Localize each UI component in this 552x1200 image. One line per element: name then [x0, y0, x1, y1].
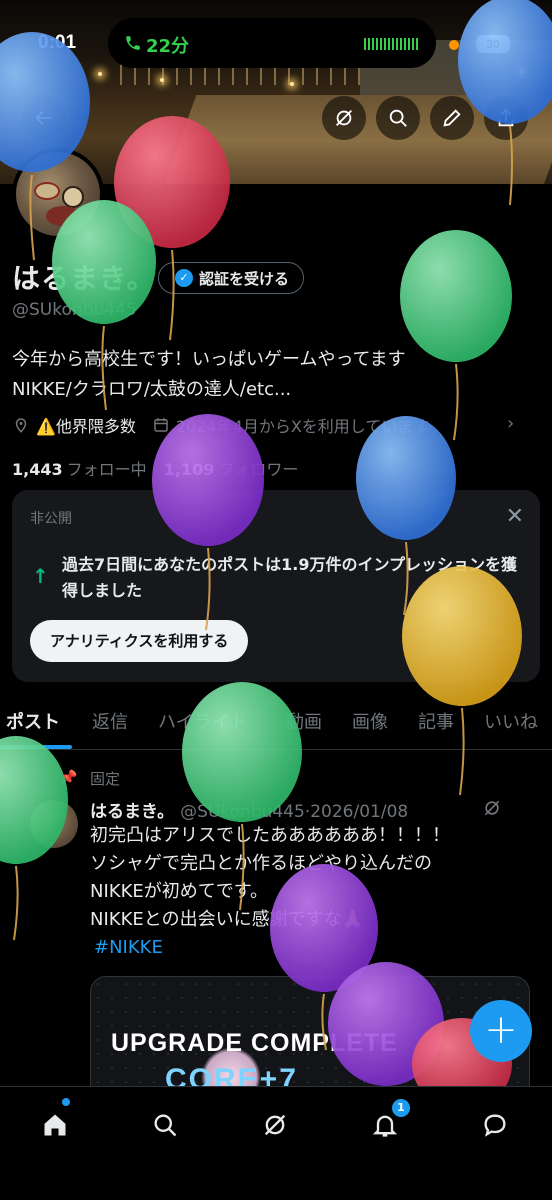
tab-likes[interactable]: いいね: [484, 708, 538, 734]
status-time: 0:01: [38, 32, 77, 53]
followers-link[interactable]: 1,109 フォロワー: [164, 460, 299, 479]
verified-badge-icon: ✓: [175, 269, 193, 287]
location-icon: [15, 418, 27, 433]
following-link[interactable]: 1,443 フォロー中: [12, 460, 147, 479]
follow-counts: 1,443 フォロー中 1,109 フォロワー: [12, 456, 298, 480]
call-duration: 22分: [146, 36, 190, 57]
pin-icon: 📌: [60, 770, 78, 786]
bottom-nav: [0, 1086, 552, 1200]
chevron-right-icon: ›: [507, 413, 515, 434]
phone-icon: [124, 34, 142, 57]
close-icon[interactable]: ✕: [506, 504, 524, 529]
post-avatar[interactable]: [30, 800, 78, 848]
get-verified-button[interactable]: ✓ 認証を受ける: [158, 262, 305, 294]
profile-bio: 今年から高校生です！いっぱいゲームやってます NIKKE/クラロワ/太鼓の達人/…: [12, 345, 537, 405]
post-line: NIKKEとの出会いに感謝ですな🙏: [90, 909, 364, 930]
profile-handle: @SUkonbu445: [12, 300, 137, 320]
profile-meta[interactable]: ⚠️他界隈多数 2024年4月からXを利用しています ›: [12, 413, 514, 437]
post-line: 初完凸はアリスでしたああああああ！！！！: [90, 825, 450, 846]
post-header: はるまき。 @SUkonbu445·2026/01/08: [90, 797, 408, 822]
back-arrow-icon: [35, 110, 52, 126]
tab-images[interactable]: 画像: [352, 708, 388, 734]
private-label: 非公開: [30, 511, 72, 527]
profile-avatar[interactable]: [12, 148, 104, 240]
impressions-message: 過去7日間にあなたのポストは1.9万件のインプレッションを獲得しました: [62, 555, 517, 600]
get-verified-label: 認証を受ける: [199, 269, 290, 288]
nav-grok[interactable]: [255, 1105, 295, 1145]
calendar-icon: [154, 418, 168, 432]
use-analytics-button[interactable]: アナリティクスを利用する: [30, 620, 249, 662]
mic-indicator: [449, 40, 459, 50]
hashtag-link[interactable]: #NIKKE: [94, 937, 163, 958]
followers-count: 1,109: [163, 460, 215, 479]
grok-icon: [336, 110, 352, 126]
following-label: フォロー中: [66, 460, 147, 479]
home-unread-dot: [62, 1098, 70, 1106]
audio-waveform: [364, 38, 418, 50]
search-icon: [389, 109, 407, 127]
grok-button[interactable]: [322, 96, 366, 140]
media-title: UPGRADE COMPLETE: [111, 1029, 398, 1057]
share-button[interactable]: [484, 96, 528, 140]
post-line: ソシャゲで完凸とか作るほどやり込んだの: [90, 853, 432, 874]
nav-messages[interactable]: [475, 1105, 515, 1145]
tab-highlights[interactable]: ハイライト: [158, 708, 248, 734]
profile-joined: 2024年4月からXを利用しています: [175, 417, 430, 436]
post-author-name[interactable]: はるまき。: [90, 802, 174, 822]
tab-articles[interactable]: 記事: [418, 708, 454, 734]
followers-label: フォロワー: [218, 460, 299, 479]
active-tab-indicator: [0, 745, 72, 749]
nav-home[interactable]: [35, 1105, 75, 1145]
edit-icon: [443, 109, 461, 127]
profile-location: ⚠️他界隈多数: [36, 417, 136, 436]
post-line: NIKKEが初めてです。: [90, 881, 268, 902]
private-analytics-card: 非公開 ✕ ↑ 過去7日間にあなたのポストは1.9万件のインプレッションを獲得し…: [12, 490, 540, 682]
tab-videos[interactable]: 動画: [286, 708, 322, 734]
battery-indicator: 30: [476, 35, 510, 53]
post-text: 初完凸はアリスでしたああああああ！！！！ ソシャゲで完凸とか作るほどやり込んだの…: [90, 822, 530, 934]
share-icon: [498, 108, 514, 127]
arrow-up-icon: ↑: [32, 564, 49, 588]
grok-icon: [264, 1114, 286, 1136]
home-icon: [44, 1114, 66, 1136]
messages-icon: [484, 1114, 506, 1137]
tab-replies[interactable]: 返信: [92, 708, 128, 734]
display-name: はるまき。: [12, 262, 156, 295]
tab-posts[interactable]: ポスト: [6, 708, 60, 734]
bio-line: 今年から高校生です！いっぱいゲームやってます: [12, 349, 406, 370]
plus-icon: +: [484, 1007, 518, 1053]
following-count: 1,443: [12, 460, 63, 479]
pinned-label: 固定: [90, 770, 121, 788]
back-button[interactable]: [22, 96, 66, 140]
grok-icon[interactable]: [482, 798, 502, 822]
search-button[interactable]: [376, 96, 420, 140]
search-icon: [154, 1114, 177, 1137]
bio-line: NIKKE/クラロワ/太鼓の達人/etc...: [12, 379, 292, 400]
balloon-icon: [400, 230, 512, 441]
nav-search[interactable]: [145, 1105, 185, 1145]
post-handle-date: @SUkonbu445·2026/01/08: [180, 802, 409, 822]
compose-post-button[interactable]: +: [470, 1000, 532, 1062]
edit-button[interactable]: [430, 96, 474, 140]
notification-badge: 1: [392, 1099, 410, 1117]
profile-tabs: ポスト 返信 ハイライト 動画 画像 記事 いいね: [0, 700, 552, 750]
